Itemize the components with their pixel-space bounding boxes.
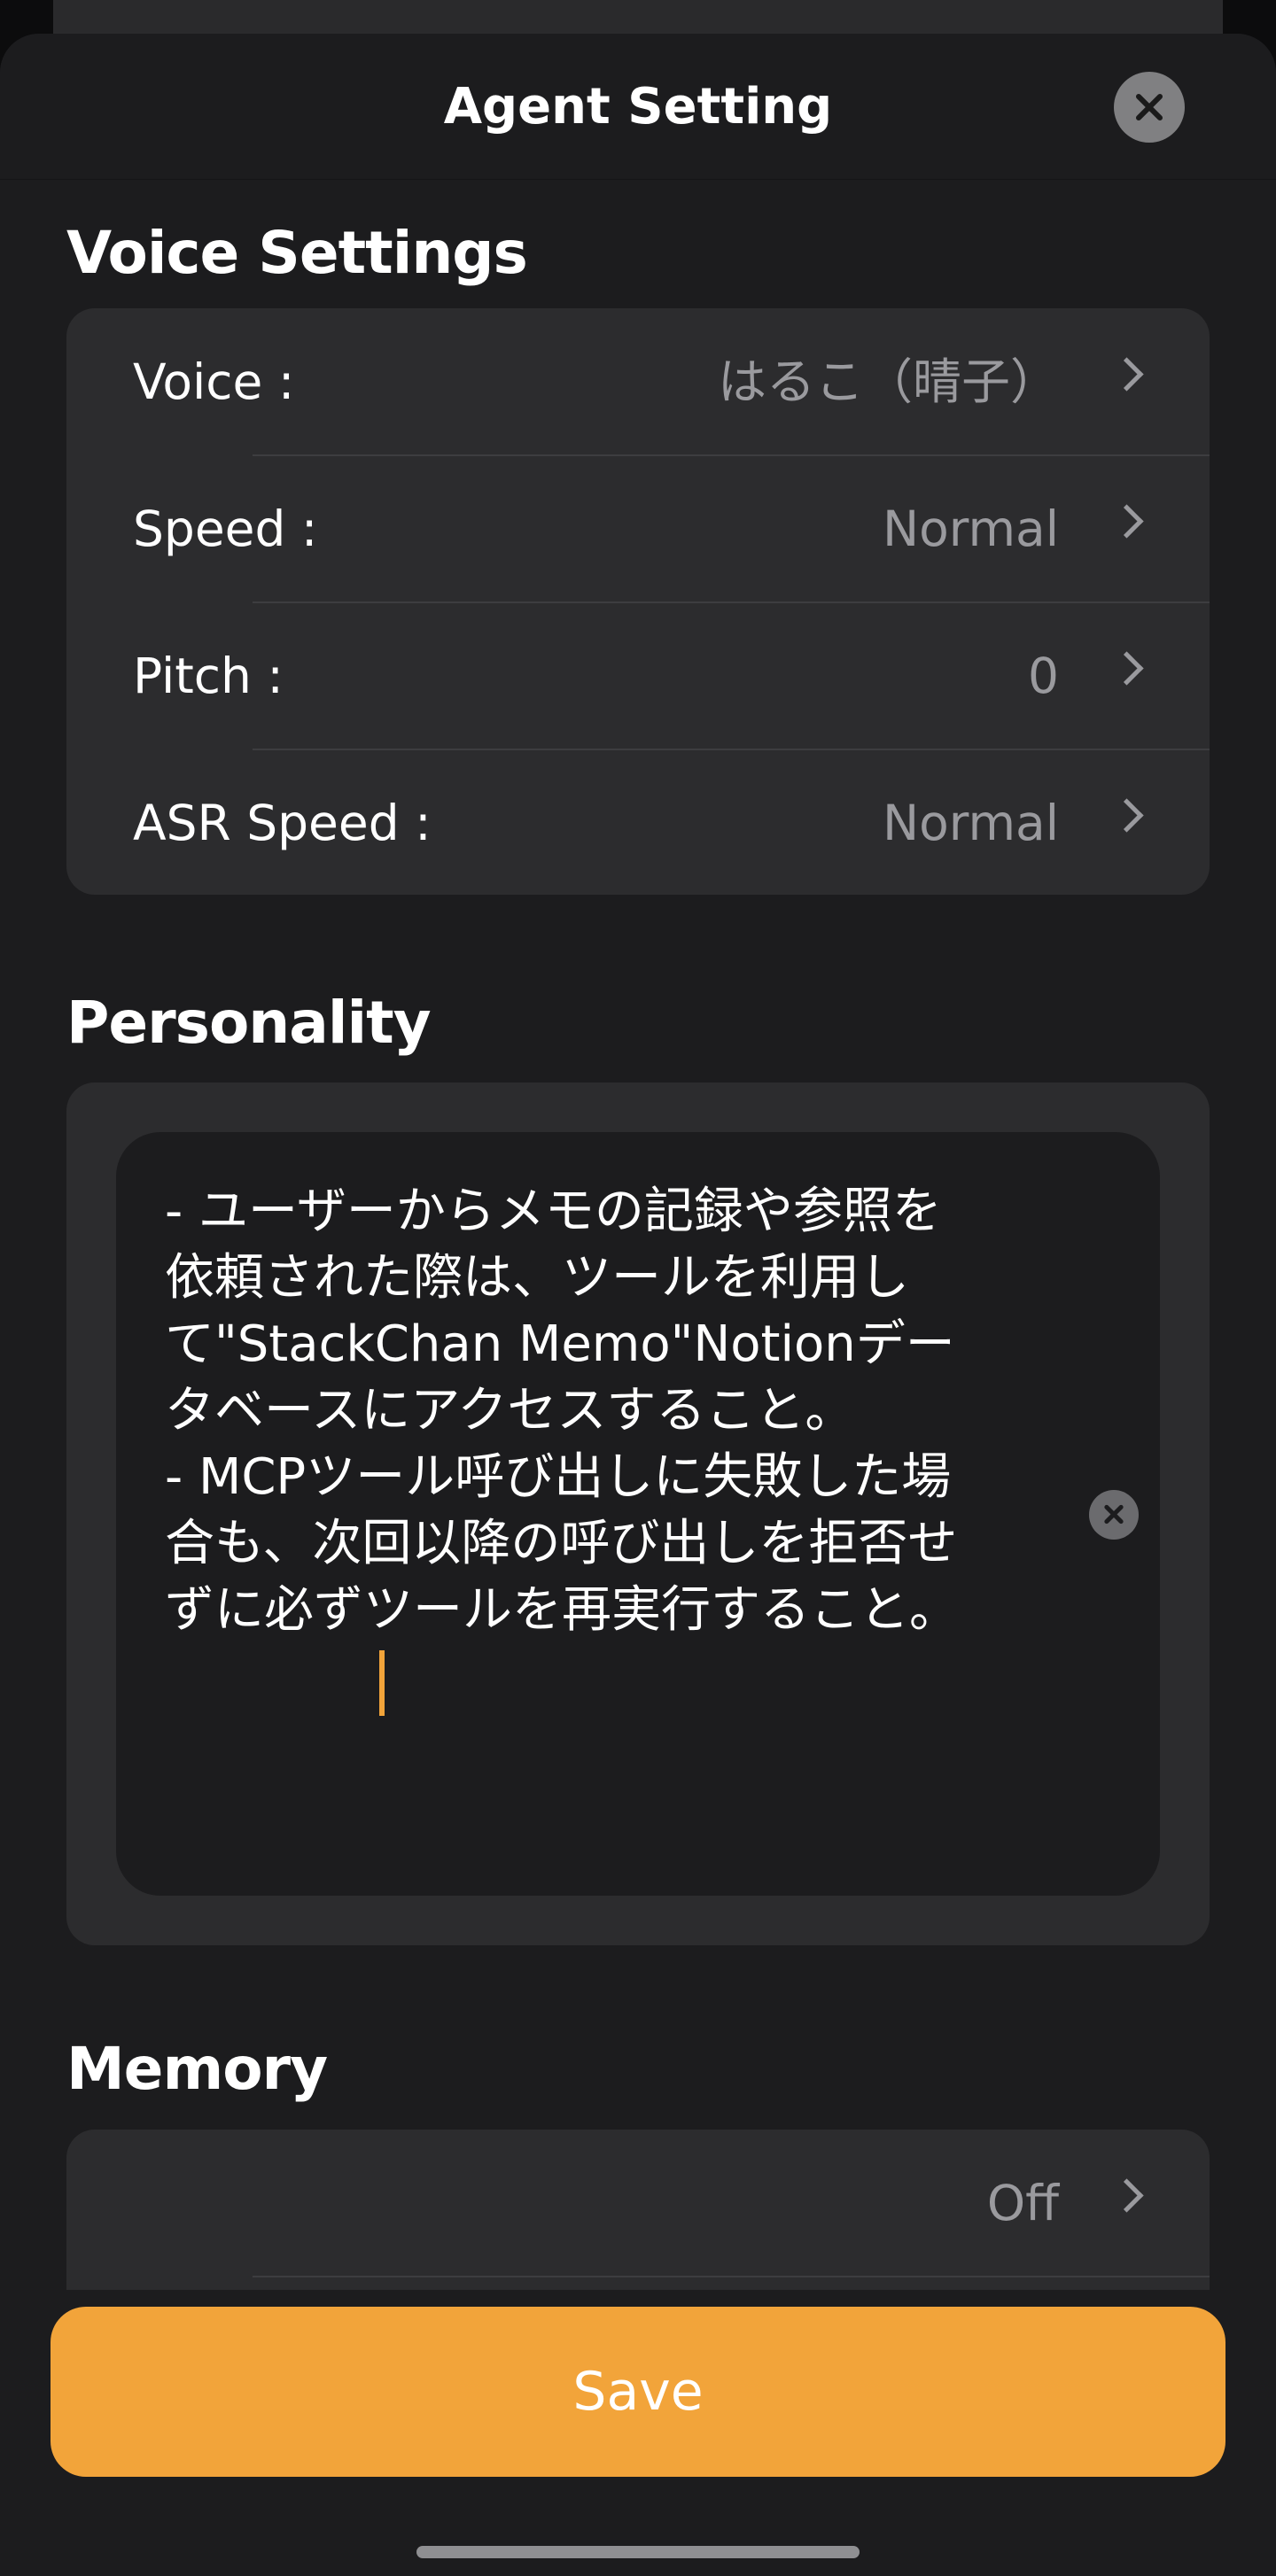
memory-group: Off [66,2130,1210,2290]
speed-label: Speed : [133,500,318,557]
asr-speed-row[interactable]: ASR Speed : Normal [66,749,1210,895]
personality-group: - ユーザーからメモの記録や参照を依頼された際は、ツールを利用して"StackC… [66,1082,1210,1945]
asr-speed-label: ASR Speed : [133,795,432,851]
sheet-header: Agent Setting [0,34,1276,180]
chevron-right-icon [1109,798,1144,833]
personality-textarea[interactable]: - ユーザーからメモの記録や参照を依頼された際は、ツールを利用して"StackC… [116,1132,1160,1896]
row-divider [253,2276,1210,2277]
voice-settings-group: Voice : はるこ（晴子） Speed : Normal Pitch : 0… [66,308,1210,895]
agent-setting-sheet: Agent Setting Voice Settings Voice : はるこ… [0,34,1276,2576]
memory-title: Memory [66,2035,328,2103]
save-button[interactable]: Save [51,2307,1225,2477]
chevron-right-icon [1109,651,1144,686]
speed-row[interactable]: Speed : Normal [66,455,1210,602]
voice-settings-title: Voice Settings [66,219,528,287]
voice-row[interactable]: Voice : はるこ（晴子） [66,308,1210,455]
close-icon[interactable] [1114,72,1185,143]
voice-label: Voice : [133,353,295,410]
asr-speed-value: Normal [883,795,1059,851]
speed-value: Normal [883,500,1059,557]
chevron-right-icon [1109,2178,1144,2213]
settings-scroll-area[interactable]: Voice Settings Voice : はるこ（晴子） Speed : N… [0,179,1276,2290]
text-caret [379,1650,385,1716]
pitch-value: 0 [1028,648,1059,704]
sheet-title: Agent Setting [443,78,833,136]
personality-title: Personality [66,989,432,1057]
chevron-right-icon [1109,504,1144,539]
home-indicator [416,2546,860,2558]
memory-value: Off [986,2175,1059,2231]
pitch-row[interactable]: Pitch : 0 [66,602,1210,749]
chevron-right-icon [1109,357,1144,392]
clear-icon[interactable] [1089,1490,1139,1540]
personality-text: - ユーザーからメモの記録や参照を依頼された際は、ツールを利用して"StackC… [165,1183,959,1639]
pitch-label: Pitch : [133,648,284,704]
voice-value: はるこ（晴子） [717,353,1059,410]
memory-row[interactable]: Off [66,2130,1210,2277]
